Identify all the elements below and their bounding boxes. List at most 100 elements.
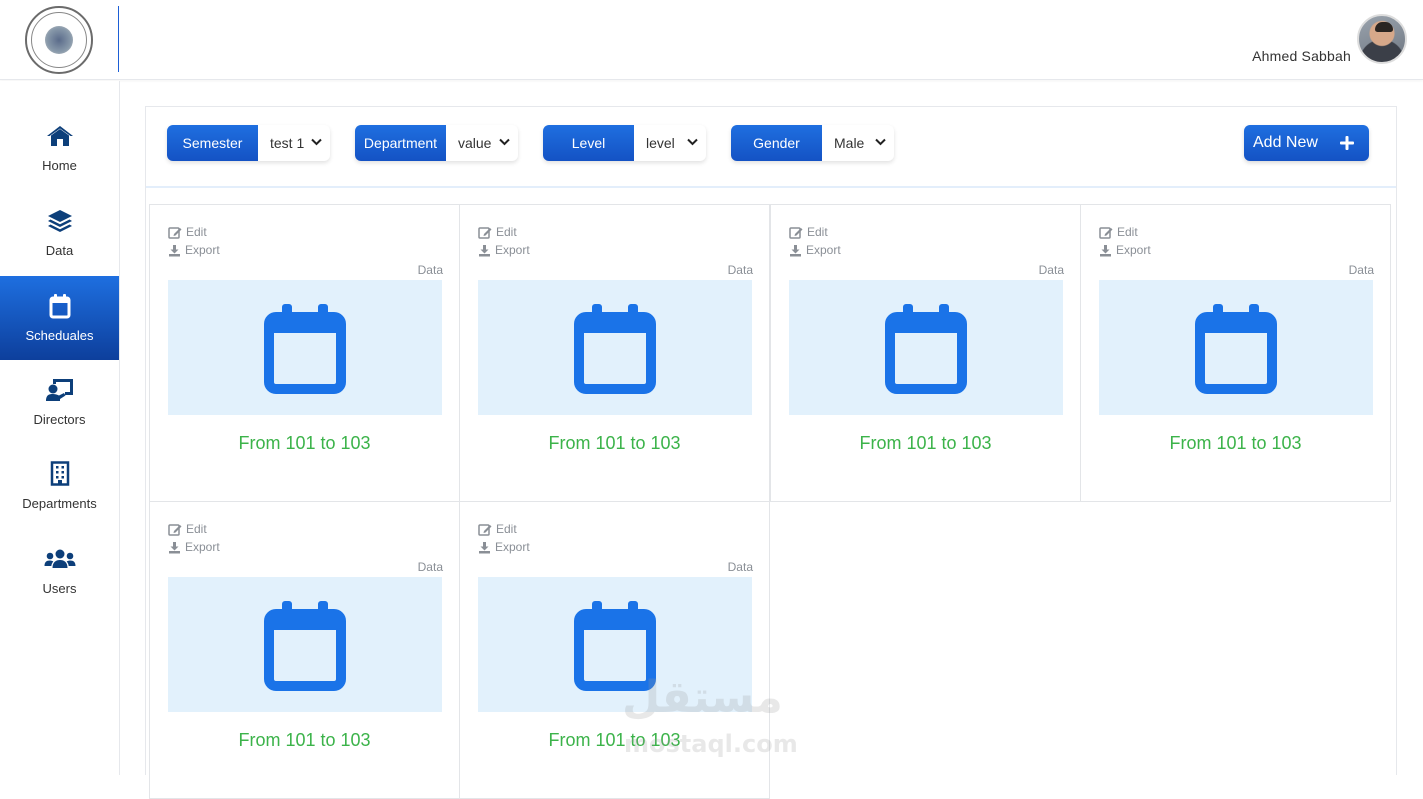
schedule-card[interactable]: Edit Export Data From 101 to 103	[1080, 204, 1391, 502]
schedule-card[interactable]: Edit Export Data From 101 to 103	[149, 501, 460, 799]
data-tag: Data	[727, 263, 753, 277]
export-label: Export	[185, 540, 220, 554]
filter-bar: Semester test 1 Department value Level l…	[146, 107, 1396, 188]
edit-label: Edit	[186, 225, 207, 239]
export-link[interactable]: Export	[168, 540, 220, 554]
plus-icon	[1340, 136, 1354, 150]
data-tag: Data	[727, 560, 753, 574]
calendar-icon	[574, 303, 656, 394]
sidebar-item-scheduales[interactable]: Scheduales	[0, 276, 119, 360]
edit-link[interactable]: Edit	[478, 225, 517, 239]
download-icon	[169, 541, 180, 553]
add-new-label: Add New	[1253, 134, 1318, 151]
export-label: Export	[185, 243, 220, 257]
chalkboard-teacher-icon	[45, 376, 75, 404]
download-icon	[1100, 244, 1111, 256]
schedule-thumbnail[interactable]	[478, 280, 752, 415]
gender-value: Male	[834, 135, 865, 151]
schedule-range: From 101 to 103	[1169, 433, 1302, 453]
schedule-range: From 101 to 103	[238, 433, 371, 453]
schedule-range: From 101 to 103	[548, 433, 681, 453]
chevron-down-icon	[875, 138, 886, 146]
data-tag: Data	[1038, 263, 1064, 277]
schedule-range: From 101 to 103	[238, 730, 371, 750]
schedule-card[interactable]: Edit Export Data From 101 to 103	[459, 204, 770, 502]
export-label: Export	[495, 540, 530, 554]
download-icon	[790, 244, 801, 256]
sidebar-item-directors[interactable]: Directors	[0, 360, 119, 444]
department-filter: Department value	[355, 125, 518, 161]
edit-link[interactable]: Edit	[789, 225, 828, 239]
calendar-icon	[574, 600, 656, 691]
add-new-button[interactable]: Add New	[1244, 125, 1369, 161]
edit-label: Edit	[807, 225, 828, 239]
export-label: Export	[806, 243, 841, 257]
schedule-thumbnail[interactable]	[168, 280, 442, 415]
calendar-icon	[49, 292, 71, 320]
header-divider	[118, 6, 119, 72]
sidebar-item-data[interactable]: Data	[0, 191, 119, 275]
export-link[interactable]: Export	[478, 540, 530, 554]
edit-link[interactable]: Edit	[168, 522, 207, 536]
chevron-down-icon	[687, 138, 698, 146]
semester-select[interactable]: test 1	[258, 125, 330, 161]
schedule-card[interactable]: Edit Export Data From 101 to 103	[459, 501, 770, 799]
sidebar: Home Data Scheduales Directors Departmen…	[0, 81, 120, 775]
edit-icon	[168, 226, 182, 239]
home-icon	[46, 122, 74, 150]
schedule-thumbnail[interactable]	[1099, 280, 1373, 415]
export-label: Export	[495, 243, 530, 257]
level-select[interactable]: level	[634, 125, 706, 161]
schedule-range: From 101 to 103	[548, 730, 681, 750]
sidebar-item-departments[interactable]: Departments	[0, 444, 119, 528]
calendar-icon	[264, 600, 346, 691]
edit-icon	[478, 226, 492, 239]
edit-icon	[168, 523, 182, 536]
gender-select[interactable]: Male	[822, 125, 894, 161]
user-avatar[interactable]	[1357, 14, 1407, 64]
user-name[interactable]: Ahmed Sabbah	[1252, 48, 1351, 64]
chevron-down-icon	[499, 138, 510, 146]
sidebar-item-home[interactable]: Home	[0, 106, 119, 190]
schedule-card[interactable]: Edit Export Data From 101 to 103	[770, 204, 1081, 502]
download-icon	[479, 244, 490, 256]
edit-label: Edit	[1117, 225, 1138, 239]
level-value: level	[646, 135, 675, 151]
logo-emblem	[45, 26, 73, 54]
sidebar-item-label: Scheduales	[25, 328, 94, 343]
download-icon	[169, 244, 180, 256]
edit-link[interactable]: Edit	[1099, 225, 1138, 239]
export-link[interactable]: Export	[168, 243, 220, 257]
users-icon	[44, 545, 76, 573]
building-icon	[49, 460, 71, 488]
university-logo[interactable]	[25, 6, 93, 74]
edit-link[interactable]: Edit	[168, 225, 207, 239]
avatar-hair	[1375, 22, 1393, 32]
data-tag: Data	[417, 560, 443, 574]
export-link[interactable]: Export	[789, 243, 841, 257]
schedule-thumbnail[interactable]	[478, 577, 752, 712]
sidebar-item-users[interactable]: Users	[0, 529, 119, 613]
schedule-card[interactable]: Edit Export Data From 101 to 103	[149, 204, 460, 502]
data-tag: Data	[417, 263, 443, 277]
semester-value: test 1	[270, 135, 305, 151]
calendar-icon	[885, 303, 967, 394]
layers-icon	[47, 207, 73, 235]
edit-icon	[1099, 226, 1113, 239]
level-filter: Level level	[543, 125, 706, 161]
sidebar-item-label: Home	[42, 158, 77, 173]
semester-label: Semester	[167, 125, 258, 161]
sidebar-item-label: Data	[45, 243, 74, 258]
level-label: Level	[543, 125, 634, 161]
export-link[interactable]: Export	[1099, 243, 1151, 257]
schedule-thumbnail[interactable]	[789, 280, 1063, 415]
chevron-down-icon	[311, 138, 322, 146]
edit-label: Edit	[496, 225, 517, 239]
edit-link[interactable]: Edit	[478, 522, 517, 536]
edit-icon	[478, 523, 492, 536]
export-link[interactable]: Export	[478, 243, 530, 257]
department-select[interactable]: value	[446, 125, 518, 161]
calendar-icon	[1195, 303, 1277, 394]
semester-filter: Semester test 1	[167, 125, 330, 161]
schedule-thumbnail[interactable]	[168, 577, 442, 712]
